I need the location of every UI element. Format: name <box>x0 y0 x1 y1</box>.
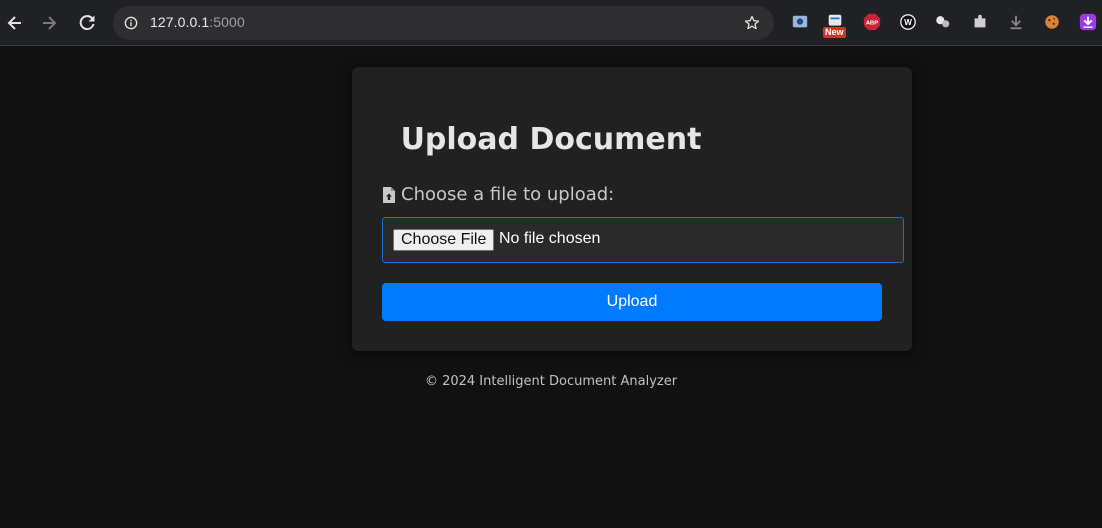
url-host: 127.0.0.1 <box>150 14 210 30</box>
w-extension-icon[interactable]: W <box>898 12 918 32</box>
reload-icon[interactable] <box>75 11 99 35</box>
file-input[interactable]: Choose File No file chosen <box>382 217 904 263</box>
address-bar[interactable]: 127.0.0.1:5000 <box>113 6 774 40</box>
back-icon[interactable] <box>3 11 27 35</box>
star-icon[interactable] <box>742 13 762 33</box>
screen-capture-extension-icon[interactable] <box>790 12 810 32</box>
page-title: Upload Document <box>400 122 702 157</box>
adblock-plus-icon[interactable]: ABP <box>862 12 882 32</box>
bubbles-extension-icon[interactable] <box>933 12 953 32</box>
purple-download-extension-icon[interactable] <box>1078 12 1098 32</box>
file-input-label: Choose a file to upload: <box>382 184 614 205</box>
url-port: :5000 <box>209 14 245 30</box>
url-text: 127.0.0.1:5000 <box>150 14 245 30</box>
puzzle-extension-icon[interactable] <box>970 12 990 32</box>
svg-text:W: W <box>904 18 912 27</box>
file-input-label-text: Choose a file to upload: <box>401 184 615 205</box>
footer-text: © 2024 Intelligent Document Analyzer <box>424 374 678 389</box>
svg-text:ABP: ABP <box>866 21 878 27</box>
choose-file-button[interactable]: Choose File <box>393 229 495 251</box>
download-icon[interactable] <box>1006 12 1026 32</box>
cookie-extension-icon[interactable] <box>1042 12 1062 32</box>
file-upload-icon <box>382 186 396 204</box>
upload-button[interactable]: Upload <box>382 283 882 321</box>
no-file-chosen-text: No file chosen <box>499 230 601 247</box>
forward-icon[interactable] <box>37 11 61 35</box>
info-icon[interactable] <box>119 11 143 35</box>
browser-toolbar: 127.0.0.1:5000 New ABP W <box>0 0 1102 46</box>
extension-new-badge: New <box>823 27 846 38</box>
